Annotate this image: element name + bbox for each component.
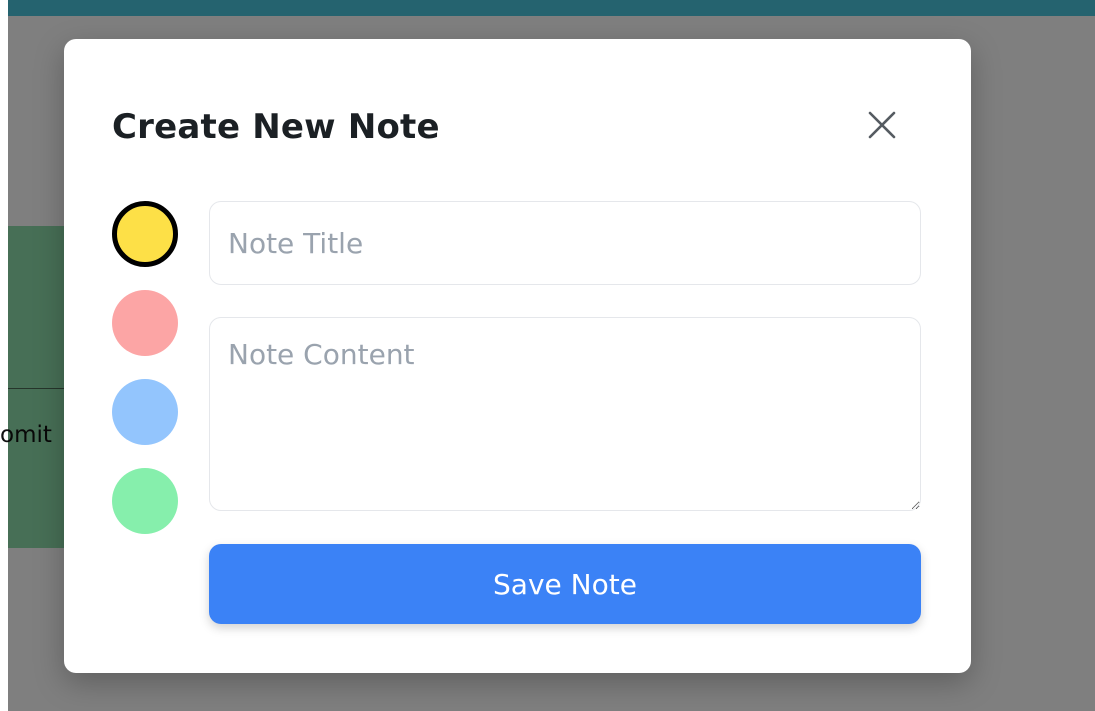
color-swatch-red[interactable] xyxy=(112,290,178,356)
create-note-modal: Create New Note Save Note xyxy=(64,39,971,673)
close-icon[interactable] xyxy=(867,110,897,144)
color-swatch-green[interactable] xyxy=(112,468,178,534)
color-swatch-yellow[interactable] xyxy=(112,201,178,267)
note-content-textarea[interactable] xyxy=(209,317,921,511)
note-title-input[interactable] xyxy=(209,201,921,285)
color-swatch-blue[interactable] xyxy=(112,379,178,445)
app-header-bar xyxy=(8,0,1095,16)
save-note-button[interactable]: Save Note xyxy=(209,544,921,624)
modal-title: Create New Note xyxy=(112,107,440,147)
close-button[interactable] xyxy=(864,109,900,145)
